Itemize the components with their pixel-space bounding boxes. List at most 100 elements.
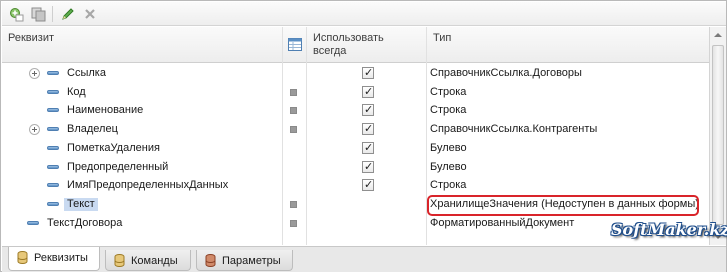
requisite-label: Предопределенный: [67, 160, 169, 173]
requisite-label: ПометкаУдаления: [67, 141, 160, 154]
requisite-cell[interactable]: Предопределенный: [2, 158, 282, 177]
use-always-cell: [306, 120, 426, 139]
tab-label: Параметры: [222, 255, 281, 267]
type-value: Строка: [430, 85, 467, 98]
marker-cell: [282, 195, 306, 214]
add-icon[interactable]: [7, 5, 25, 23]
use-always-cell: [306, 195, 426, 214]
requisite-label: Наименование: [67, 104, 144, 117]
use-always-cell: [306, 214, 426, 233]
tab-parameters[interactable]: Параметры: [196, 250, 293, 271]
column-header-requisite[interactable]: Реквизит: [2, 27, 283, 63]
type-value: СправочникСсылка.Контрагенты: [430, 123, 598, 136]
table-row[interactable]: Владелец СправочникСсылка.Контрагенты: [2, 120, 709, 139]
edit-icon[interactable]: [59, 5, 77, 23]
requisite-cell[interactable]: Владелец: [2, 120, 282, 139]
vertical-scrollbar[interactable]: [709, 27, 726, 245]
type-cell[interactable]: Строка: [426, 101, 709, 120]
attribute-icon: [47, 89, 59, 94]
attribute-icon: [27, 220, 39, 225]
form-attributes-panel: Реквизит Использовать всегда Тип СсылкаС…: [0, 0, 727, 272]
requisite-cell[interactable]: Код: [2, 83, 282, 102]
marker-cell: [282, 120, 306, 139]
attribute-icon: [47, 201, 59, 206]
type-cell[interactable]: СправочникСсылка.Контрагенты: [426, 120, 709, 139]
requisite-label: Ссылка: [67, 67, 106, 79]
type-value: ФорматированныйДокумент: [430, 216, 575, 229]
marker-cell: [282, 214, 306, 233]
use-always-checkbox[interactable]: [362, 122, 374, 136]
scroll-thumb[interactable]: [712, 45, 724, 225]
type-cell[interactable]: Булево: [426, 158, 709, 177]
requisite-cell[interactable]: ИмяПредопределенныхДанных: [2, 176, 282, 195]
table-row[interactable]: ИмяПредопределенныхДанных Строка: [2, 176, 709, 195]
column-title-type: Тип: [433, 32, 452, 44]
scroll-up-icon[interactable]: [710, 27, 726, 43]
column-header-use-always[interactable]: Использовать всегда: [307, 27, 427, 63]
marker-cell: [282, 83, 306, 102]
expand-icon[interactable]: [29, 68, 40, 79]
attribute-icon: [47, 71, 59, 75]
use-always-cell: [306, 139, 426, 158]
use-always-checkbox[interactable]: [362, 141, 374, 154]
table-row[interactable]: Наименование Строка: [2, 101, 709, 120]
requisite-label: Владелец: [67, 123, 118, 136]
table-body: Ссылка СправочникСсылка.Договоры Код Строка…: [2, 64, 709, 244]
use-always-checkbox[interactable]: [362, 160, 374, 173]
use-always-cell: [306, 64, 426, 83]
type-value: Строка: [430, 179, 467, 192]
table-row[interactable]: ТекстДоговора ФорматированныйДокумент: [2, 214, 709, 233]
requisite-cell[interactable]: Текст: [2, 195, 282, 214]
attribute-icon: [47, 164, 59, 169]
type-cell[interactable]: СправочникСсылка.Договоры: [426, 64, 709, 83]
column-title-requisite: Реквизит: [8, 32, 54, 44]
use-always-checkbox[interactable]: [362, 103, 374, 117]
marker-cell: [282, 176, 306, 195]
copy-icon[interactable]: [29, 5, 47, 23]
marker-cell: [282, 101, 306, 120]
marker-icon: [290, 107, 297, 115]
database-icon: [205, 254, 216, 267]
tab-bar: Реквизиты Команды Параметры: [2, 246, 726, 272]
requisite-cell[interactable]: Наименование: [2, 101, 282, 120]
table-row[interactable]: ПометкаУдаления Булево: [2, 139, 709, 158]
type-value: Булево: [430, 141, 467, 154]
table-row[interactable]: Ссылка СправочникСсылка.Договоры: [2, 64, 709, 83]
type-value: Булево: [430, 160, 467, 173]
type-value: СправочникСсылка.Договоры: [430, 67, 582, 79]
marker-icon: [290, 88, 297, 96]
delete-icon[interactable]: [81, 5, 99, 23]
type-cell[interactable]: Строка: [426, 83, 709, 102]
marker-cell: [282, 64, 306, 83]
column-header-type[interactable]: Тип: [427, 27, 709, 63]
type-cell[interactable]: Строка: [426, 176, 709, 195]
requisite-cell[interactable]: ПометкаУдаления: [2, 139, 282, 158]
type-value: Строка: [430, 104, 467, 117]
use-always-checkbox[interactable]: [362, 85, 374, 98]
tab-label: Реквизиты: [34, 252, 88, 264]
expand-icon[interactable]: [29, 124, 40, 136]
column-title-use-always: Использовать всегда: [313, 32, 384, 57]
requisite-cell[interactable]: ТекстДоговора: [2, 214, 282, 233]
requisite-cell[interactable]: Ссылка: [2, 64, 282, 83]
table-row[interactable]: Код Строка: [2, 83, 709, 102]
tab-requisites[interactable]: Реквизиты: [8, 247, 100, 271]
requisite-label: ИмяПредопределенныхДанных: [67, 179, 229, 192]
attribute-icon: [47, 183, 59, 188]
column-header-table-icon[interactable]: [283, 27, 307, 63]
use-always-cell: [306, 101, 426, 120]
requisite-label: Код: [67, 85, 86, 98]
table-row[interactable]: Предопределенный Булево: [2, 158, 709, 177]
database-icon: [17, 251, 28, 264]
use-always-cell: [306, 176, 426, 195]
marker-icon: [290, 126, 297, 134]
database-icon: [114, 254, 125, 267]
attribute-icon: [47, 145, 59, 150]
requisite-label: ТекстДоговора: [47, 216, 123, 229]
type-cell[interactable]: Булево: [426, 139, 709, 158]
use-always-checkbox[interactable]: [362, 66, 374, 79]
use-always-checkbox[interactable]: [362, 178, 374, 192]
toolbar: [2, 2, 726, 26]
attribute-icon: [47, 108, 59, 113]
tab-commands[interactable]: Команды: [105, 250, 191, 271]
